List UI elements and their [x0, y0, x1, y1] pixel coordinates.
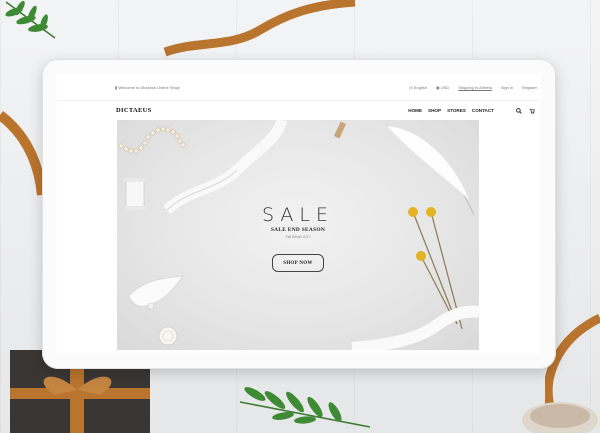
shop-now-button[interactable]: SHOP NOW: [272, 254, 324, 272]
clothespin-icon: [334, 121, 346, 139]
website-screen: ▮ Welcome to Dictaeus Online Shop! ◎ Eng…: [57, 74, 541, 354]
nav-contact[interactable]: CONTACT: [472, 108, 494, 113]
fern-leaf-top-left-icon: [5, 0, 56, 39]
language-selector[interactable]: ◎ English: [409, 85, 427, 90]
nav-stores[interactable]: STORES: [447, 108, 466, 113]
ribbon-left-icon: [0, 111, 45, 196]
ribbon-top-icon: [163, 0, 356, 57]
nav-menu: HOME SHOP STORES CONTACT: [408, 107, 535, 114]
signin-link[interactable]: Sign in: [501, 85, 513, 90]
main-navbar: DICTAEUS HOME SHOP STORES CONTACT: [57, 100, 541, 120]
ribbon-spool-icon: [522, 402, 598, 433]
register-link[interactable]: Register: [522, 85, 537, 90]
wax-seal-icon: [158, 326, 178, 346]
hero-note: Fall Winter 2017: [285, 235, 311, 239]
currency-selector[interactable]: ▣ USD: [436, 85, 449, 90]
top-bar: ▮ Welcome to Dictaeus Online Shop! ◎ Eng…: [57, 74, 541, 100]
welcome-text: ▮ Welcome to Dictaeus Online Shop!: [115, 84, 181, 90]
shipping-link[interactable]: Shipping to Alberta: [458, 85, 492, 90]
site-logo[interactable]: DICTAEUS: [116, 107, 152, 114]
search-icon[interactable]: [516, 107, 522, 114]
top-bar-links: ◎ English ▣ USD Shipping to Alberta Sign…: [409, 85, 537, 90]
nav-home[interactable]: HOME: [408, 108, 422, 113]
hero-text-block: SALE SALE END SEASON Fall Winter 2017: [117, 204, 479, 239]
nav-shop[interactable]: SHOP: [428, 108, 441, 113]
bottom-ribbon-icon: [351, 305, 479, 350]
hero-title: SALE: [261, 204, 334, 226]
fern-leaf-bottom-icon: [239, 387, 371, 428]
hero-subtitle: SALE END SEASON: [270, 227, 326, 233]
nav-icons: [516, 107, 535, 114]
ceramic-bird-icon: [128, 275, 184, 310]
cart-icon[interactable]: [529, 108, 535, 114]
hero-banner: SALE SALE END SEASON Fall Winter 2017 SH…: [117, 120, 479, 350]
